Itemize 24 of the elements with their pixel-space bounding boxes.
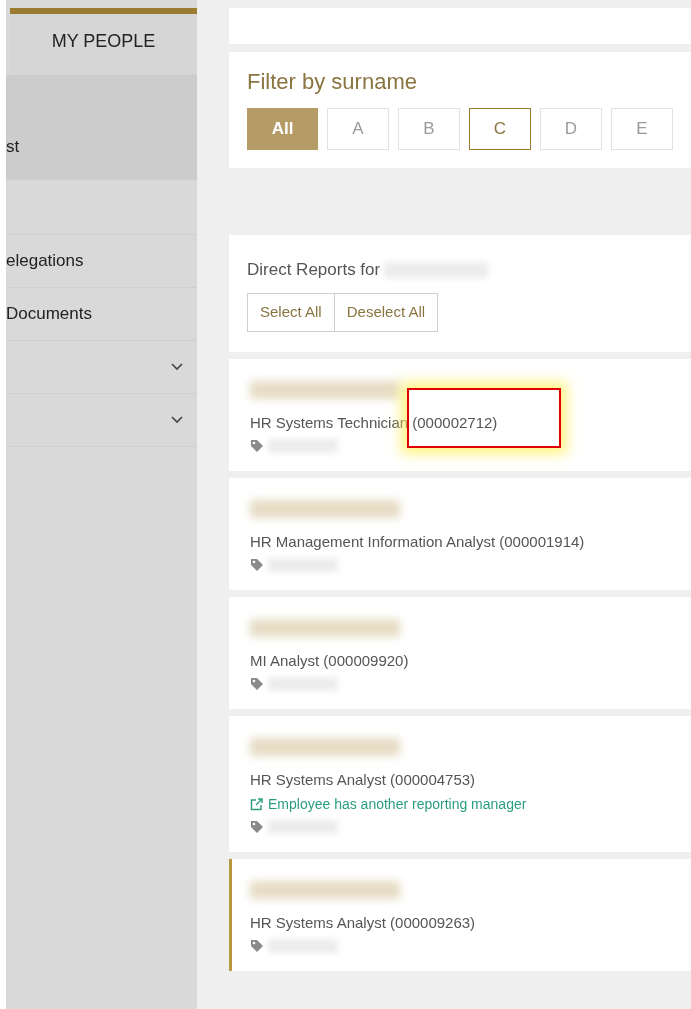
job-title: MI Analyst (000009920) [250, 651, 410, 671]
employee-card[interactable]: HR Management Information Analyst (000001914) [229, 478, 691, 590]
employee-card[interactable]: MI Analyst (000009920) [229, 597, 691, 709]
tag-icon [250, 677, 264, 691]
tag-icon [250, 439, 264, 453]
sidebar-item[interactable]: elegations [6, 235, 197, 288]
job-title: HR Management Information Analyst (000001914) [250, 532, 586, 552]
sidebar-item[interactable]: Documents [6, 288, 197, 341]
tag-icon [250, 939, 264, 953]
employee-card[interactable]: HR Systems Analyst (000004753) Employee has another reporting manager [229, 716, 691, 852]
select-button[interactable]: Select All [247, 292, 335, 332]
tag-icon [250, 558, 264, 572]
job-title: HR Systems Analyst (000009263) [250, 913, 477, 933]
employee-card[interactable]: HR Systems Analyst (000009263) [229, 859, 691, 971]
tag-icon [250, 820, 264, 834]
direct-reports-heading: Direct Reports for [247, 259, 381, 281]
filter-title: Filter by surname [247, 68, 418, 96]
external-link-icon [250, 797, 263, 811]
chevron-icon [171, 416, 183, 424]
letter-filter-button[interactable]: C [469, 108, 531, 150]
chevron-icon [171, 363, 183, 371]
select-button[interactable]: Deselect All [334, 292, 439, 332]
sidebar-item[interactable]: st [6, 75, 197, 180]
job-title: HR Systems Analyst (000004753) [250, 770, 477, 790]
